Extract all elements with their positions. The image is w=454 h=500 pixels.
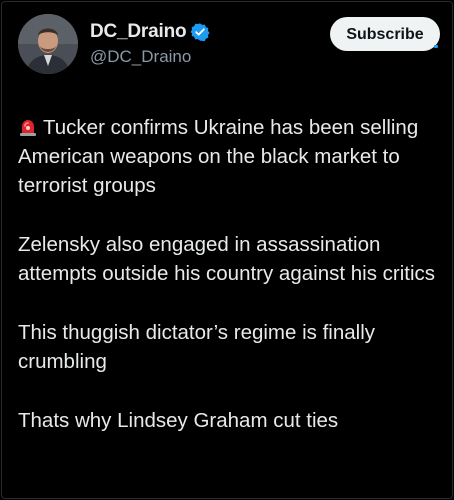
subscribe-button[interactable]: Subscribe	[330, 17, 440, 51]
post-paragraph: Thats why Lindsey Graham cut ties	[18, 409, 339, 432]
post-paragraph: Tucker confirms Ukraine has been selling…	[18, 113, 443, 200]
rotating-light-icon	[18, 116, 38, 136]
post-paragraph: Zelensky also engaged in assassination a…	[18, 233, 436, 285]
avatar[interactable]	[18, 14, 78, 74]
verified-badge-icon	[190, 22, 210, 42]
author-names: DC_Draino @DC_Draino	[90, 20, 210, 67]
post-paragraph: This thuggish dictator’s regime is final…	[18, 321, 376, 373]
post-header: DC_Draino @DC_Draino Subscribe	[18, 14, 443, 78]
avatar-photo-icon	[18, 14, 78, 74]
handle[interactable]: @DC_Draino	[90, 47, 210, 67]
post-card: DC_Draino @DC_Draino Subscribe Tucker co…	[1, 1, 453, 499]
post-text: Tucker confirms Ukraine has been selling…	[18, 113, 443, 465]
display-name-row: DC_Draino	[90, 20, 210, 44]
display-name[interactable]: DC_Draino	[90, 21, 187, 43]
blue-dot-indicator	[434, 45, 438, 48]
post-paragraph-text: Tucker confirms Ukraine has been selling…	[18, 116, 419, 197]
